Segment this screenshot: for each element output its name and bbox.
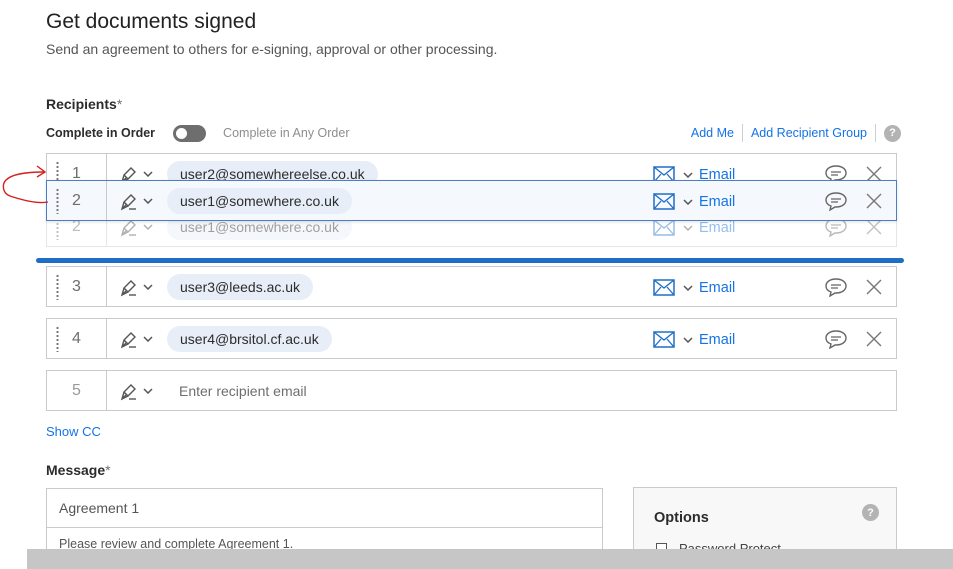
message-label: Message*: [46, 462, 111, 478]
chevron-down-icon: [683, 284, 693, 291]
chevron-down-icon: [143, 388, 153, 394]
auth-method-label: Email: [699, 331, 736, 348]
chevron-down-icon: [143, 224, 153, 230]
auth-method-selector[interactable]: Email: [653, 277, 735, 298]
auth-method-selector[interactable]: Email: [653, 329, 735, 350]
signer-pen-icon: [120, 194, 136, 211]
recipient-actions: Add Me Add Recipient Group ?: [691, 124, 901, 142]
envelope-icon: [653, 331, 675, 348]
chevron-down-icon: [683, 171, 693, 178]
chevron-down-icon: [683, 198, 693, 205]
chevron-down-icon: [143, 336, 153, 342]
close-icon[interactable]: [865, 192, 883, 210]
order-selector: Complete in Order Complete in Any Order: [46, 124, 350, 142]
auth-method-selector[interactable]: Email: [653, 191, 735, 212]
reorder-arrow-annotation: [2, 165, 49, 204]
signer-pen-icon: [120, 384, 136, 401]
chevron-down-icon: [683, 336, 693, 343]
complete-in-order-label[interactable]: Complete in Order: [46, 126, 155, 140]
options-panel: Options ? Password Protect: [633, 487, 897, 557]
role-selector[interactable]: [119, 329, 153, 349]
recipient-number: 3: [47, 267, 107, 306]
agreement-name-input[interactable]: Agreement 1: [47, 489, 602, 528]
page-title: Get documents signed: [46, 10, 257, 33]
role-selector[interactable]: [119, 191, 153, 211]
role-selector[interactable]: [119, 277, 153, 297]
close-icon[interactable]: [865, 278, 883, 296]
divider: [875, 124, 876, 142]
comment-icon[interactable]: [824, 277, 848, 297]
options-title: Options: [654, 510, 709, 526]
order-toggle[interactable]: [173, 124, 207, 142]
comment-icon[interactable]: [824, 329, 848, 349]
envelope-icon: [653, 193, 675, 210]
message-box: Agreement 1 Please review and complete A…: [46, 488, 603, 558]
auth-method-label: Email: [699, 193, 736, 210]
recipient-email-chip[interactable]: user1@somewhere.co.uk: [167, 188, 352, 214]
comment-icon[interactable]: [824, 191, 848, 211]
recipient-row-dragging[interactable]: 2 user1@somewhere.co.uk Email: [46, 180, 897, 221]
recipient-email-chip[interactable]: user4@brsitol.cf.ac.uk: [167, 326, 332, 352]
recipient-row: 4 user4@brsitol.cf.ac.uk Email: [46, 318, 897, 359]
recipient-row-new: 5 Enter recipient email: [46, 370, 897, 411]
drop-indicator: [36, 258, 904, 263]
recipient-row: 3 user3@leeds.ac.uk Email: [46, 266, 897, 307]
recipient-number: 5: [47, 371, 107, 410]
auth-method-label: Email: [699, 219, 736, 236]
add-me-link[interactable]: Add Me: [691, 126, 734, 140]
close-icon[interactable]: [865, 330, 883, 348]
chevron-down-icon: [143, 171, 153, 177]
recipient-number: 4: [47, 319, 107, 358]
divider: [741, 124, 743, 142]
toggle-knob: [176, 127, 188, 139]
help-icon[interactable]: ?: [884, 124, 901, 142]
recipient-email-chip[interactable]: user3@leeds.ac.uk: [167, 274, 314, 300]
envelope-icon: [653, 219, 675, 236]
signer-pen-icon: [120, 332, 136, 349]
auth-method-label: Email: [699, 279, 736, 296]
recipients-label: Recipients*: [46, 96, 123, 112]
chevron-down-icon: [143, 284, 153, 290]
bottom-scroll-bar: [27, 549, 953, 569]
page-subtitle: Send an agreement to others for e-signin…: [46, 41, 498, 57]
recipient-email-input[interactable]: Enter recipient email: [179, 371, 307, 410]
envelope-icon: [653, 279, 675, 296]
show-cc-link[interactable]: Show CC: [46, 424, 101, 439]
add-recipient-group-link[interactable]: Add Recipient Group: [751, 126, 867, 140]
role-selector[interactable]: [119, 381, 153, 401]
complete-any-order-label[interactable]: Complete in Any Order: [223, 126, 349, 140]
chevron-down-icon: [143, 198, 153, 204]
signer-pen-icon: [120, 280, 136, 297]
chevron-down-icon: [683, 224, 693, 231]
help-icon[interactable]: ?: [862, 504, 879, 521]
